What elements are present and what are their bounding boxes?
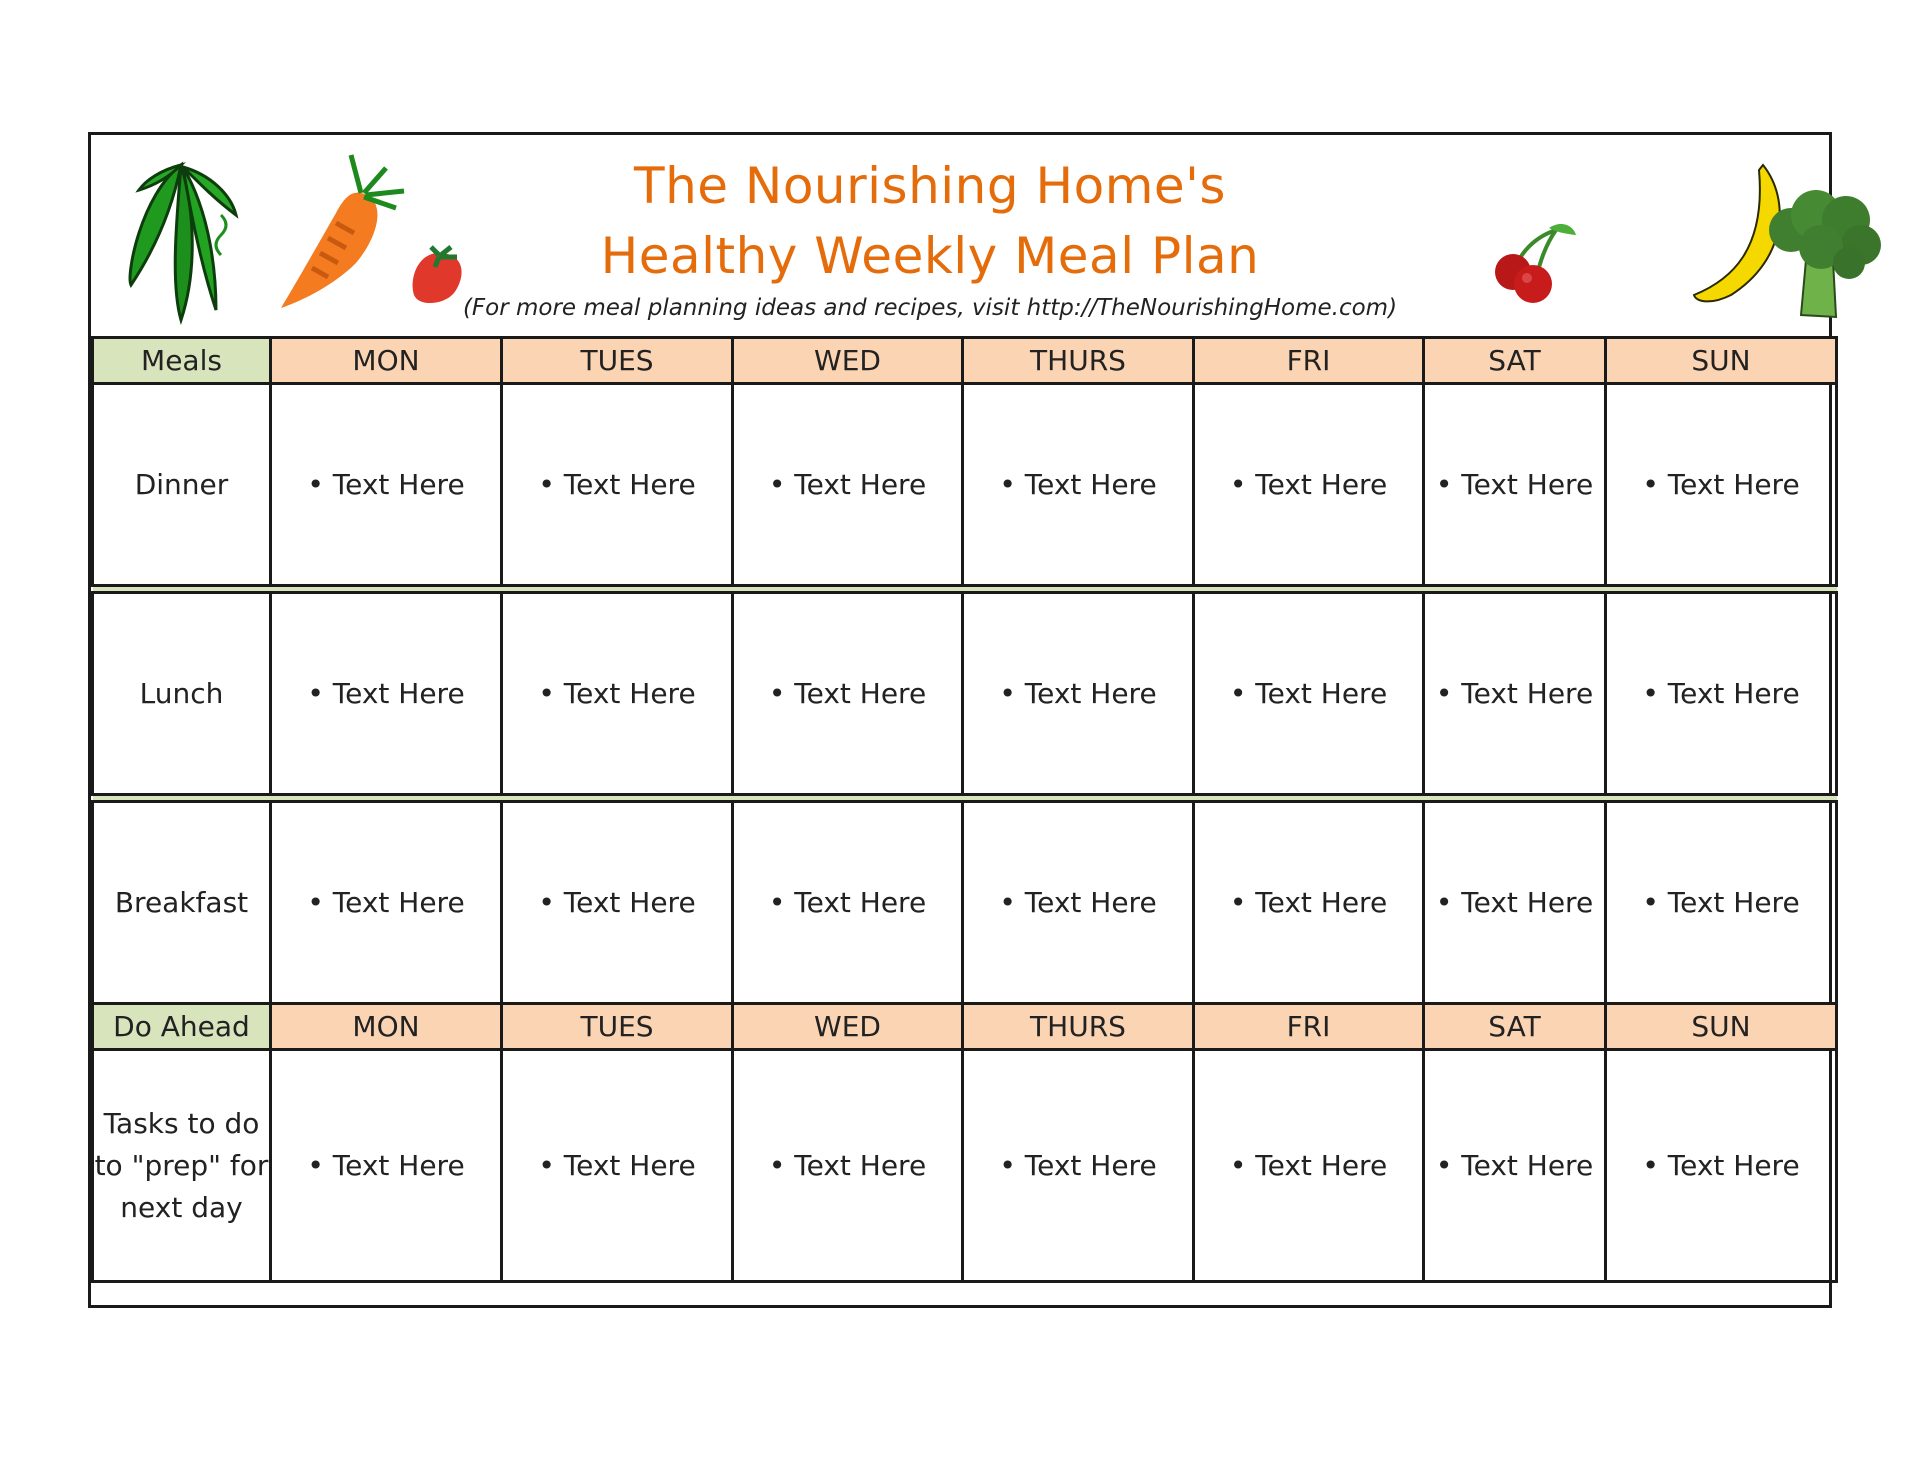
task-cell-fri[interactable]: Text Here: [1192, 1048, 1425, 1283]
task-cell-sun[interactable]: Text Here: [1604, 1048, 1838, 1283]
broccoli-icon: [1769, 190, 1881, 319]
meals-header: Meals: [91, 336, 272, 385]
row-separator: [92, 584, 1837, 594]
dinner-cell-fri[interactable]: Text Here: [1192, 382, 1425, 587]
meal-plan-table: Meals MON TUES WED THURS FRI SAT SUN Din…: [91, 336, 1838, 1283]
task-cell-wed[interactable]: Text Here: [731, 1048, 964, 1283]
day-header-sat: SAT: [1422, 336, 1607, 385]
row-label-breakfast: Breakfast: [91, 800, 272, 1005]
do-ahead-header: Do Ahead: [91, 1002, 272, 1051]
dinner-cell-sat[interactable]: Text Here: [1422, 382, 1607, 587]
do-ahead-day-mon: MON: [269, 1002, 503, 1051]
day-header-wed: WED: [731, 336, 964, 385]
day-header-thurs: THURS: [961, 336, 1195, 385]
breakfast-cell-fri[interactable]: Text Here: [1192, 800, 1425, 1005]
day-header-mon: MON: [269, 336, 503, 385]
do-ahead-day-sat: SAT: [1422, 1002, 1607, 1051]
breakfast-cell-sun[interactable]: Text Here: [1604, 800, 1838, 1005]
dinner-cell-tues[interactable]: Text Here: [500, 382, 734, 587]
cherries-icon: [1495, 224, 1576, 303]
do-ahead-day-sun: SUN: [1604, 1002, 1838, 1051]
do-ahead-day-fri: FRI: [1192, 1002, 1425, 1051]
breakfast-cell-mon[interactable]: Text Here: [269, 800, 503, 1005]
do-ahead-row: Tasks to do to "prep" for next day Text …: [91, 1048, 1838, 1283]
lunch-cell-fri[interactable]: Text Here: [1192, 591, 1425, 796]
row-label-dinner: Dinner: [91, 382, 272, 587]
dinner-cell-wed[interactable]: Text Here: [731, 382, 964, 587]
breakfast-row: Breakfast Text Here Text Here Text Here …: [91, 800, 1838, 1005]
separator-band: [92, 793, 1837, 803]
day-header-sun: SUN: [1604, 336, 1838, 385]
task-cell-mon[interactable]: Text Here: [269, 1048, 503, 1283]
lunch-cell-tues[interactable]: Text Here: [500, 591, 734, 796]
task-cell-tues[interactable]: Text Here: [500, 1048, 734, 1283]
do-ahead-day-thurs: THURS: [961, 1002, 1195, 1051]
task-cell-sat[interactable]: Text Here: [1422, 1048, 1607, 1283]
lunch-cell-thurs[interactable]: Text Here: [961, 591, 1195, 796]
do-ahead-day-tues: TUES: [500, 1002, 734, 1051]
row-label-tasks: Tasks to do to "prep" for next day: [91, 1048, 272, 1283]
dinner-cell-sun[interactable]: Text Here: [1604, 382, 1838, 587]
breakfast-cell-wed[interactable]: Text Here: [731, 800, 964, 1005]
lunch-cell-sun[interactable]: Text Here: [1604, 591, 1838, 796]
breakfast-cell-thurs[interactable]: Text Here: [961, 800, 1195, 1005]
breakfast-cell-tues[interactable]: Text Here: [500, 800, 734, 1005]
day-header-tues: TUES: [500, 336, 734, 385]
day-header-row: Meals MON TUES WED THURS FRI SAT SUN: [91, 336, 1838, 385]
breakfast-cell-sat[interactable]: Text Here: [1422, 800, 1607, 1005]
lunch-cell-wed[interactable]: Text Here: [731, 591, 964, 796]
dinner-row: Dinner Text Here Text Here Text Here Tex…: [91, 382, 1838, 587]
do-ahead-header-row: Do Ahead MON TUES WED THURS FRI SAT SUN: [91, 1002, 1838, 1051]
dinner-cell-mon[interactable]: Text Here: [269, 382, 503, 587]
title-area: The Nourishing Home's Healthy Weekly Mea…: [91, 135, 1881, 336]
dinner-cell-thurs[interactable]: Text Here: [961, 382, 1195, 587]
lunch-cell-mon[interactable]: Text Here: [269, 591, 503, 796]
task-cell-thurs[interactable]: Text Here: [961, 1048, 1195, 1283]
do-ahead-day-wed: WED: [731, 1002, 964, 1051]
row-separator: [92, 793, 1837, 803]
title-line-1: The Nourishing Home's: [634, 157, 1226, 215]
lunch-cell-sat[interactable]: Text Here: [1422, 591, 1607, 796]
day-header-fri: FRI: [1192, 336, 1425, 385]
lunch-row: Lunch Text Here Text Here Text Here Text…: [91, 591, 1838, 796]
separator-band: [92, 584, 1837, 594]
row-label-lunch: Lunch: [91, 591, 272, 796]
meal-plan-sheet: The Nourishing Home's Healthy Weekly Mea…: [88, 132, 1881, 1308]
